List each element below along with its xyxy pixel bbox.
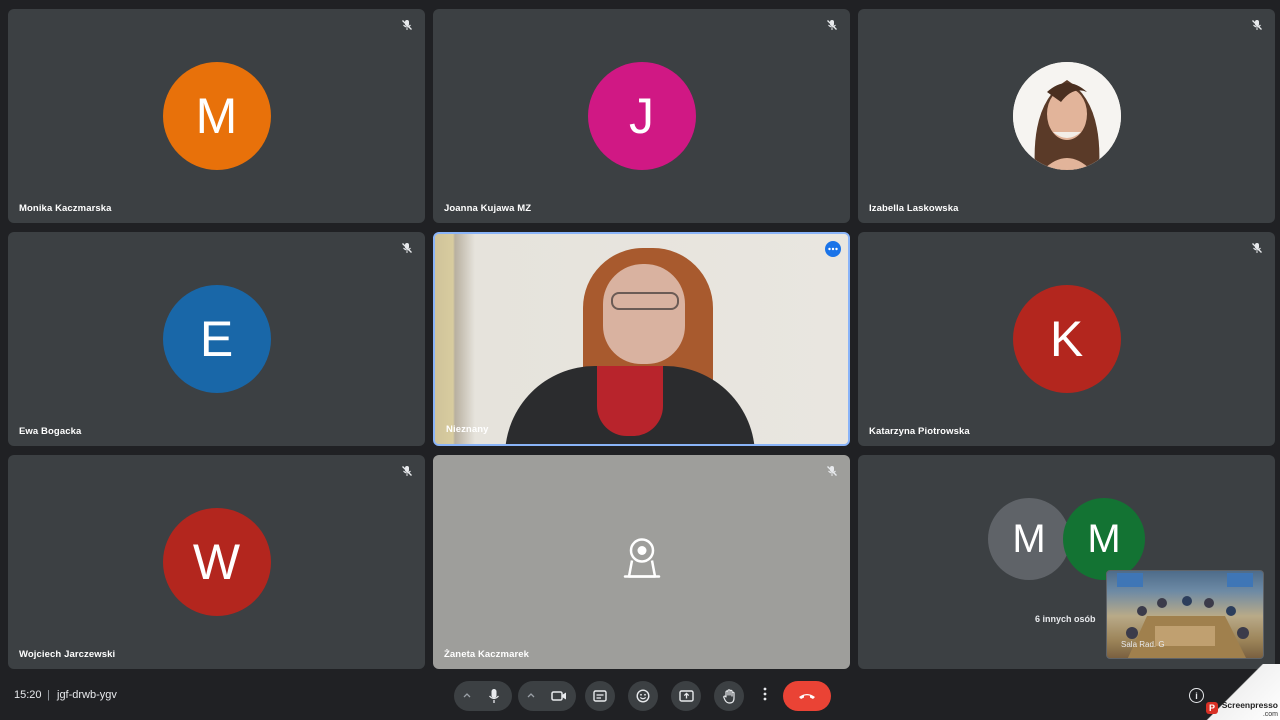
speaking-indicator-icon[interactable] — [825, 241, 841, 257]
avatar: J — [587, 62, 696, 170]
participant-tile[interactable]: K Katarzyna Piotrowska — [858, 232, 1275, 446]
video-person-scarf — [597, 366, 663, 436]
participant-name: Joanna Kujawa MZ — [444, 203, 532, 214]
avatar: M — [1063, 498, 1145, 580]
screenpresso-watermark: P Screenpresso .com — [1194, 664, 1280, 720]
avatar: W — [162, 508, 271, 616]
self-view-thumbnail[interactable]: Sala Rad. G — [1106, 570, 1264, 659]
participant-tile[interactable]: Izabella Laskowska — [858, 9, 1275, 223]
bottom-toolbar: 15:20 | jgf-drwb-ygv P Screenpresso .com — [0, 664, 1280, 720]
video-person-face — [603, 264, 685, 364]
participant-tile[interactable]: W Wojciech Jarczewski — [8, 455, 425, 669]
avatar: M — [988, 498, 1070, 580]
meeting-code: jgf-drwb-ygv — [57, 689, 117, 701]
muted-mic-icon — [1250, 18, 1264, 32]
muted-mic-icon — [400, 464, 414, 478]
video-person-glasses — [611, 292, 679, 310]
avatar: E — [162, 285, 271, 393]
camera-icon — [551, 690, 567, 702]
participant-name: Żaneta Kaczmarek — [444, 649, 530, 660]
avatar: M — [162, 62, 271, 170]
present-screen-button[interactable] — [671, 681, 701, 711]
camera-button[interactable] — [518, 681, 576, 711]
participant-tile-speaking[interactable]: Nieznany — [433, 232, 850, 446]
participant-name: Wojciech Jarczewski — [19, 649, 116, 660]
muted-mic-icon — [400, 18, 414, 32]
leave-call-button[interactable] — [783, 681, 831, 711]
participant-tile[interactable]: Żaneta Kaczmarek — [433, 455, 850, 669]
others-count-label: 6 innych osób — [1035, 614, 1096, 624]
reactions-button[interactable] — [628, 681, 658, 711]
participant-name: Monika Kaczmarska — [19, 203, 112, 214]
participant-grid: M Monika Kaczmarska J Joanna Kujawa MZ I… — [0, 0, 1280, 672]
profile-photo — [1012, 62, 1121, 170]
participant-name: Nieznany — [446, 424, 489, 435]
present-icon — [678, 689, 694, 703]
self-view-label: Sala Rad. G — [1121, 640, 1165, 649]
chevron-up-icon[interactable] — [527, 692, 535, 698]
participant-name: Izabella Laskowska — [869, 203, 959, 214]
muted-mic-icon — [1250, 241, 1264, 255]
clock: 15:20 — [14, 689, 42, 701]
muted-mic-icon — [825, 18, 839, 32]
watermark-title: Screenpresso — [1221, 700, 1278, 710]
microphone-icon — [488, 688, 500, 704]
raise-hand-button[interactable] — [714, 681, 744, 711]
participant-name: Katarzyna Piotrowska — [869, 426, 970, 437]
muted-mic-icon — [825, 464, 839, 478]
microphone-button[interactable] — [454, 681, 512, 711]
emoji-icon — [636, 689, 650, 703]
more-vert-icon — [763, 687, 767, 706]
captions-icon — [593, 690, 607, 702]
chevron-up-icon[interactable] — [463, 692, 471, 698]
webcam-icon — [617, 535, 667, 590]
hand-icon — [722, 688, 736, 704]
participant-name: Ewa Bogacka — [19, 426, 82, 437]
participant-tile[interactable]: E Ewa Bogacka — [8, 232, 425, 446]
watermark-sub: .com — [1262, 711, 1278, 718]
captions-button[interactable] — [585, 681, 615, 711]
end-call-icon — [798, 692, 816, 700]
avatar: K — [1012, 285, 1121, 393]
screenpresso-logo: P — [1206, 702, 1218, 714]
more-options-button[interactable] — [756, 681, 774, 711]
separator: | — [47, 689, 50, 701]
participant-tile[interactable]: M Monika Kaczmarska — [8, 9, 425, 223]
muted-mic-icon — [400, 241, 414, 255]
participant-tile[interactable]: J Joanna Kujawa MZ — [433, 9, 850, 223]
